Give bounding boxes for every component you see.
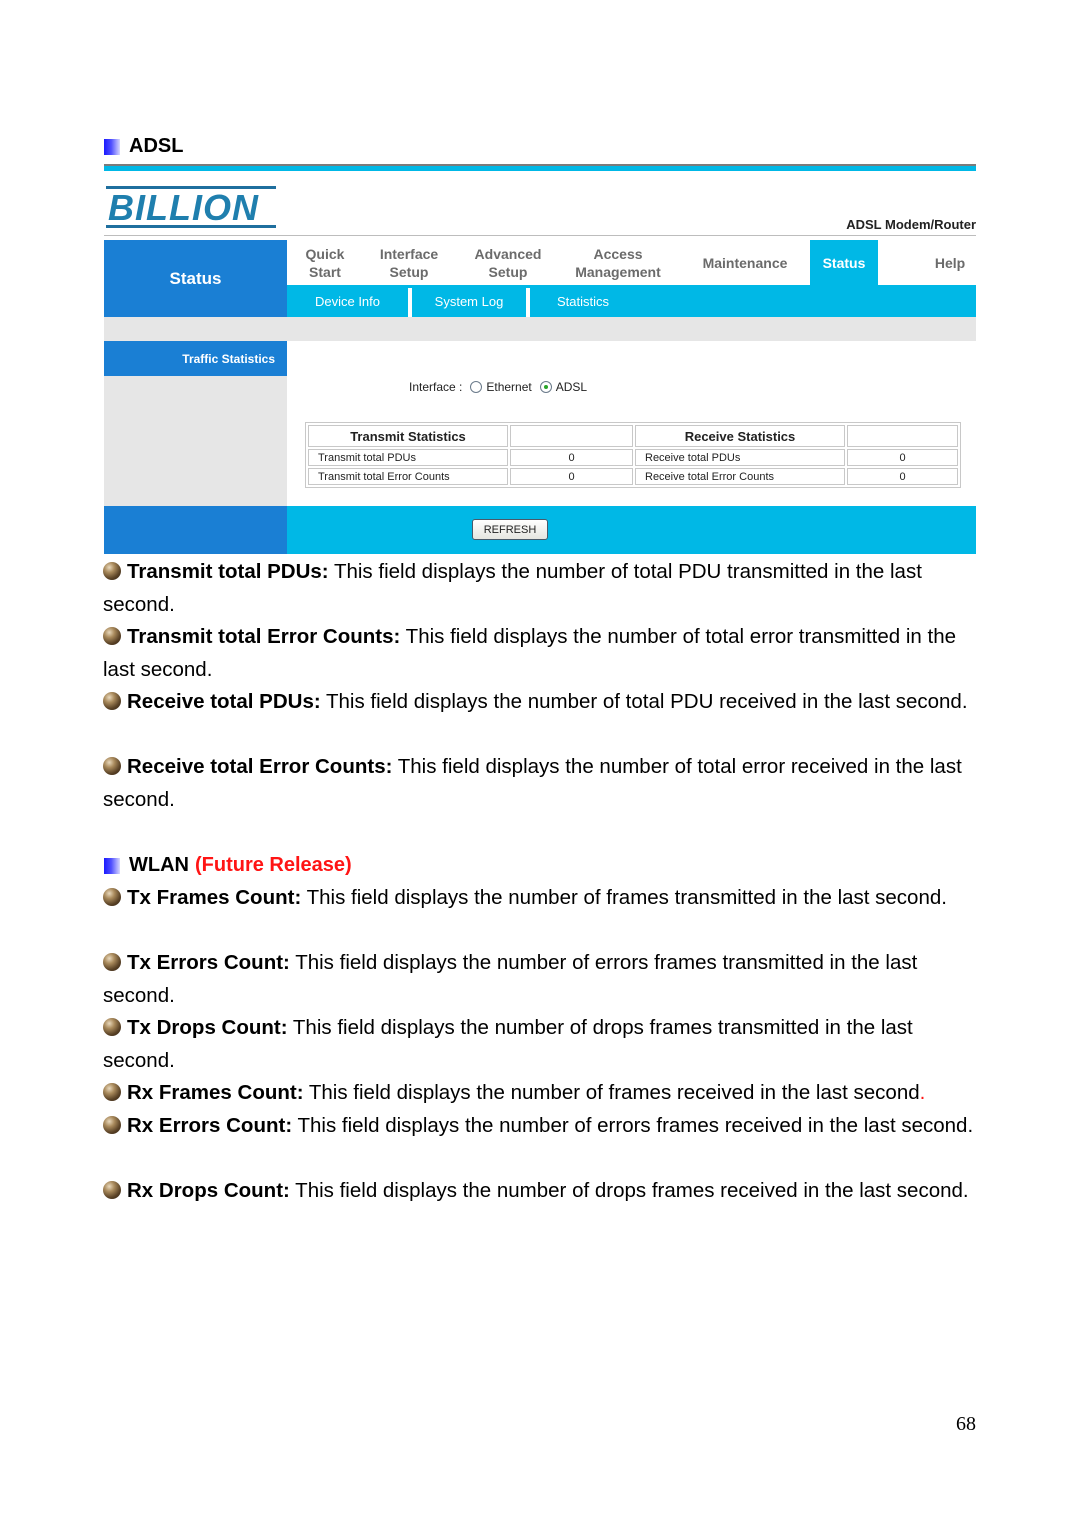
table-row: Transmit total Error Counts 0 Receive to… [308, 468, 958, 485]
term: Tx Frames Count: [127, 886, 302, 909]
radio-adsl[interactable] [539, 381, 552, 393]
subnav-system-log[interactable]: System Log [412, 285, 526, 317]
term: Transmit total PDUs: [127, 560, 329, 583]
header-divider [104, 235, 976, 236]
section-heading-wlan: WLAN (Future Release) [104, 854, 352, 877]
table-header-row: Transmit Statistics Receive Statistics [308, 425, 958, 447]
sub-nav: Device Info System Log Statistics [287, 285, 976, 317]
red-period: . [919, 1081, 926, 1104]
term: Transmit total Error Counts: [127, 625, 401, 648]
section-heading-text: WLAN [129, 854, 189, 876]
definition: This field displays the number of total … [320, 690, 968, 713]
header-blank [847, 425, 958, 447]
nav-interface-setup[interactable]: Interface Setup [363, 240, 455, 285]
interface-selector: Interface : Ethernet ADSL [409, 380, 587, 394]
bullet-icon [103, 1018, 121, 1036]
billion-logo: BILLION [106, 186, 276, 228]
nav-advanced-setup[interactable]: Advanced Setup [455, 240, 561, 285]
grey-band [104, 317, 976, 341]
radio-ethernet-label: Ethernet [486, 380, 532, 394]
footer-bar: REFRESH [287, 506, 976, 554]
footer-left [104, 506, 287, 554]
heading-square-icon [104, 857, 120, 874]
nav-status[interactable]: Status [810, 240, 878, 285]
statistics-table: Transmit Statistics Receive Statistics T… [305, 422, 961, 488]
definition: This field displays the number of frames… [301, 886, 947, 909]
radio-ethernet[interactable] [470, 381, 483, 393]
section-title: Status [104, 240, 287, 317]
nav-access-management[interactable]: Access Management [561, 240, 675, 285]
bullet-icon [103, 692, 121, 710]
refresh-button[interactable]: REFRESH [472, 519, 548, 540]
rx-label: Receive total Error Counts [635, 468, 845, 485]
radio-adsl-label: ADSL [555, 380, 588, 394]
table-row: Transmit total PDUs 0 Receive total PDUs… [308, 449, 958, 466]
bullet-icon [103, 888, 121, 906]
rx-value: 0 [847, 449, 958, 466]
term: Tx Drops Count: [127, 1016, 288, 1039]
heading-square-icon [104, 138, 120, 155]
bullet-icon [103, 1083, 121, 1101]
nav-quick-start[interactable]: Quick Start [287, 240, 363, 285]
definition: This field displays the number of errors… [292, 1114, 974, 1137]
left-menu-traffic-statistics[interactable]: Traffic Statistics [104, 341, 287, 376]
nav-maintenance[interactable]: Maintenance [688, 240, 802, 285]
bullet-icon [103, 1116, 121, 1134]
page-number: 68 [956, 1413, 976, 1435]
nav-help[interactable]: Help [913, 240, 987, 285]
description-item: Receive total Error Counts: This field d… [103, 751, 977, 816]
tx-label: Transmit total PDUs [308, 449, 508, 466]
bullet-icon [103, 627, 121, 645]
subnav-device-info[interactable]: Device Info [287, 285, 408, 317]
main-nav: Quick Start Interface Setup Advanced Setup … [287, 240, 976, 285]
description-item: Transmit total PDUs: This field displays… [103, 556, 977, 621]
tx-label: Transmit total Error Counts [308, 468, 508, 485]
term: Rx Drops Count: [127, 1179, 290, 1202]
description-item: Tx Frames Count: This field displays the… [103, 882, 977, 915]
interface-label: Interface : [409, 380, 463, 394]
description-item: Tx Errors Count: This field displays the… [103, 947, 977, 1012]
description-item: Transmit total Error Counts: This field … [103, 621, 977, 686]
term: Receive total PDUs: [127, 690, 321, 713]
section-heading-adsl: ADSL [104, 135, 183, 158]
future-release-note: (Future Release) [194, 854, 352, 876]
transmit-header: Transmit Statistics [308, 425, 508, 447]
description-item: Rx Drops Count: This field displays the … [103, 1175, 977, 1208]
header-blank [510, 425, 633, 447]
bullet-icon [103, 562, 121, 580]
top-accent-bar [104, 166, 976, 171]
rx-value: 0 [847, 468, 958, 485]
rx-label: Receive total PDUs [635, 449, 845, 466]
bullet-icon [103, 953, 121, 971]
section-heading-text: ADSL [129, 135, 184, 157]
description-item: Tx Drops Count: This field displays the … [103, 1012, 977, 1077]
logo-text: BILLION [108, 187, 259, 228]
model-name: ADSL Modem/Router [846, 217, 976, 232]
definition: This field displays the number of frames… [303, 1081, 920, 1104]
term: Tx Errors Count: [127, 951, 290, 974]
bullet-icon [103, 1181, 121, 1199]
receive-header: Receive Statistics [635, 425, 845, 447]
tx-value: 0 [510, 468, 633, 485]
term: Receive total Error Counts: [127, 755, 393, 778]
subnav-statistics[interactable]: Statistics [530, 285, 636, 317]
description-item: Rx Frames Count: This field displays the… [103, 1077, 977, 1110]
term: Rx Frames Count: [127, 1081, 304, 1104]
tx-value: 0 [510, 449, 633, 466]
description-item: Receive total PDUs: This field displays … [103, 686, 977, 719]
content-area: Interface : Ethernet ADSL Transmit Stati… [287, 341, 976, 506]
description-item: Rx Errors Count: This field displays the… [103, 1110, 977, 1143]
router-ui-screenshot: BILLION ADSL Modem/Router Status Quick St… [104, 164, 976, 554]
term: Rx Errors Count: [127, 1114, 293, 1137]
bullet-icon [103, 757, 121, 775]
definition: This field displays the number of drops … [289, 1179, 969, 1202]
